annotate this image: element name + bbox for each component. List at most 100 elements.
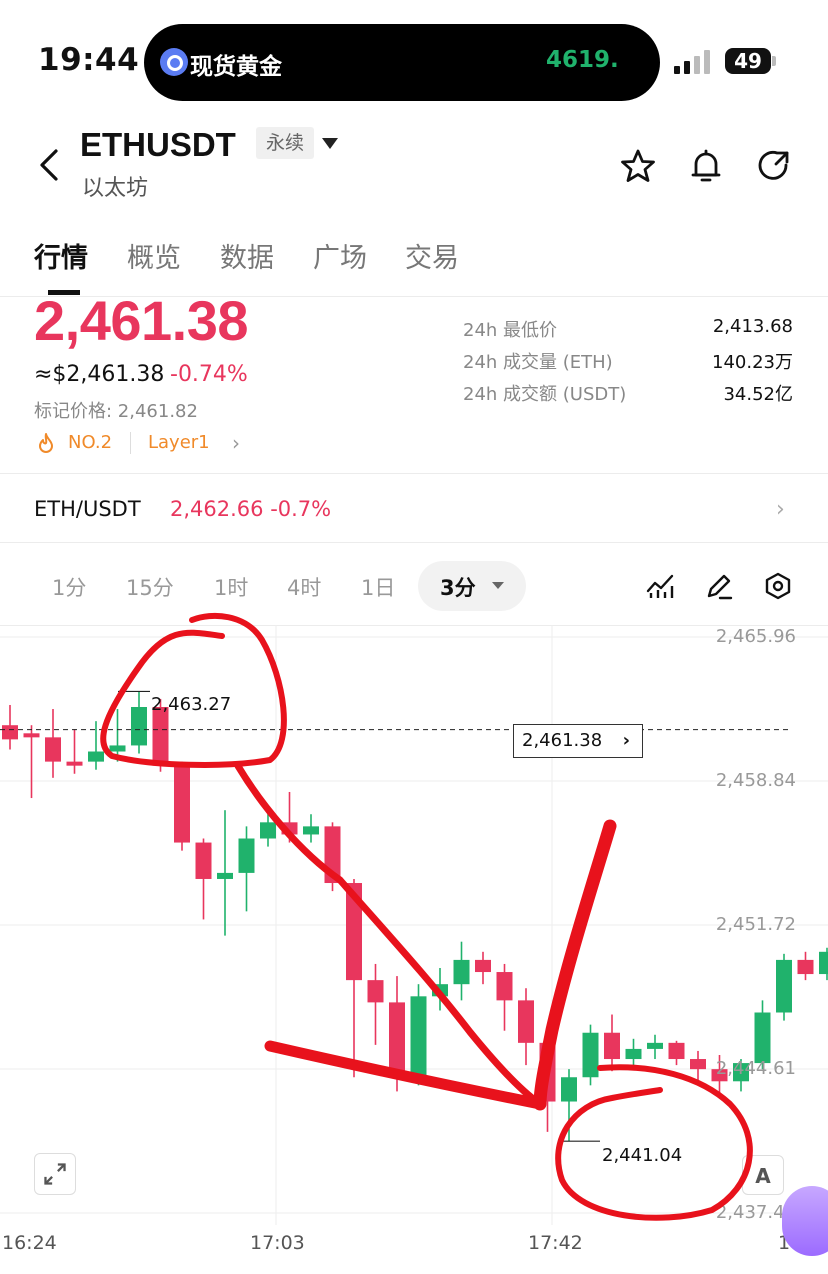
asset-name: 以太坊 — [82, 176, 149, 201]
battery-icon: 49 — [725, 48, 771, 74]
stat-label: 24h 成交额 (USDT) — [463, 384, 627, 405]
tab-market[interactable]: 行情 — [34, 236, 88, 275]
timeframe-1m[interactable]: 1分 — [52, 572, 86, 602]
stat-value: 34.52亿 — [723, 384, 793, 405]
candle-body — [88, 751, 104, 762]
stat-label: 24h 成交量 (ETH) — [463, 352, 613, 373]
candle-body — [174, 765, 190, 843]
chevron-down-icon[interactable] — [322, 138, 338, 149]
candle-body — [410, 996, 427, 1076]
mark-price: 标记价格: 2,461.82 — [34, 401, 198, 422]
assistant-floating-button[interactable] — [782, 1186, 828, 1256]
x-tick: 16:24 — [2, 1232, 57, 1254]
cellular-signal-icon — [674, 50, 714, 74]
candle-body — [690, 1059, 706, 1070]
timeframe-1d[interactable]: 1日 — [361, 572, 395, 602]
timeframe-1h[interactable]: 1时 — [214, 572, 248, 602]
candle-body — [109, 745, 126, 752]
candle-body — [346, 883, 362, 981]
candle-body — [195, 842, 212, 879]
candle-body — [131, 707, 147, 746]
fullscreen-expand-icon[interactable] — [34, 1153, 76, 1195]
candle-body — [496, 972, 513, 1001]
candle-body — [281, 822, 298, 835]
candle-body — [45, 737, 61, 762]
section-divider — [0, 473, 828, 474]
timeframe-4h[interactable]: 4时 — [287, 572, 321, 602]
candle-body — [604, 1032, 620, 1060]
candle-body — [217, 872, 233, 879]
tab-overview[interactable]: 概览 — [127, 236, 181, 275]
candle-body — [23, 733, 40, 738]
tag-divider — [130, 432, 131, 454]
candles — [2, 691, 828, 1142]
candle-body — [303, 826, 319, 835]
candle-body — [647, 1042, 663, 1049]
settings-icon[interactable] — [763, 571, 793, 601]
y-tick: 2,444.61 — [715, 1058, 796, 1079]
tab-data[interactable]: 数据 — [220, 236, 274, 275]
candle-body — [238, 838, 255, 873]
high-price-marker: 2,463.27 — [151, 694, 232, 715]
low-price-marker: 2,441.04 — [602, 1145, 683, 1166]
share-icon[interactable] — [756, 148, 792, 184]
island-price: 4619. — [546, 47, 619, 73]
tab-trade[interactable]: 交易 — [405, 236, 459, 275]
candle-body — [776, 959, 792, 1013]
chevron-right-icon[interactable]: › — [776, 497, 785, 522]
candle-body — [668, 1042, 685, 1060]
chevron-down-icon[interactable] — [492, 582, 504, 589]
chart-grid — [0, 625, 828, 1225]
candle-body — [453, 959, 470, 985]
candle-body — [66, 761, 83, 766]
y-tick: 2,451.72 — [715, 914, 796, 935]
candle-body — [754, 1012, 771, 1064]
gold-app-icon — [160, 48, 188, 76]
battery-tip — [772, 56, 776, 66]
candle-body — [432, 984, 448, 997]
candle-body — [582, 1032, 599, 1078]
candle-body — [518, 1000, 534, 1043]
timeframe-15m[interactable]: 15分 — [126, 572, 174, 602]
stat-label: 24h 最低价 — [463, 320, 558, 341]
candle-body — [367, 980, 384, 1003]
candle-body — [561, 1077, 577, 1102]
category-tag[interactable]: Layer1 — [148, 432, 210, 453]
x-tick: 17:42 — [528, 1232, 583, 1254]
spot-pair-price[interactable]: 2,462.66 -0.7% — [170, 497, 331, 521]
spot-pair-label[interactable]: ETH/USDT — [34, 497, 141, 521]
draw-pen-icon[interactable] — [704, 571, 734, 601]
change-percent: -0.74% — [170, 362, 248, 387]
candle-body — [2, 725, 18, 740]
timeframe-active-label[interactable]: 3分 — [440, 572, 476, 602]
auto-scale-button[interactable]: A — [742, 1155, 784, 1195]
candle-body — [260, 822, 276, 839]
chevron-right-icon: › — [622, 730, 630, 751]
current-price-tag-value: 2,461.38 — [522, 730, 603, 751]
island-title: 现货黄金 — [190, 54, 282, 80]
candle-body — [797, 959, 814, 975]
back-arrow-icon[interactable] — [34, 148, 64, 182]
candlestick-chart[interactable] — [0, 625, 828, 1265]
symbol-title[interactable]: ETHUSDT — [80, 126, 236, 164]
last-price: 2,461.38 — [34, 289, 248, 352]
candle-body — [152, 707, 169, 766]
candle-body — [819, 951, 828, 975]
bell-icon[interactable] — [688, 148, 724, 184]
tab-square[interactable]: 广场 — [313, 236, 367, 275]
y-tick: 2,465.96 — [715, 626, 796, 647]
status-time: 19:44 — [38, 42, 140, 78]
current-price-tag[interactable]: 2,461.38 › — [513, 724, 643, 758]
x-tick: 17:03 — [250, 1232, 305, 1254]
flame-icon — [39, 433, 53, 453]
usd-price: ≈$2,461.38 — [34, 362, 165, 387]
indicator-icon[interactable] — [645, 571, 675, 601]
candle-body — [389, 1002, 405, 1076]
chevron-right-icon[interactable]: › — [232, 431, 240, 455]
candle-body — [324, 826, 341, 884]
rank-tag[interactable]: NO.2 — [68, 432, 112, 453]
star-icon[interactable] — [620, 148, 656, 184]
candle-body — [625, 1048, 642, 1060]
stat-value: 140.23万 — [712, 352, 793, 373]
contract-type-badge: 永续 — [256, 127, 314, 159]
